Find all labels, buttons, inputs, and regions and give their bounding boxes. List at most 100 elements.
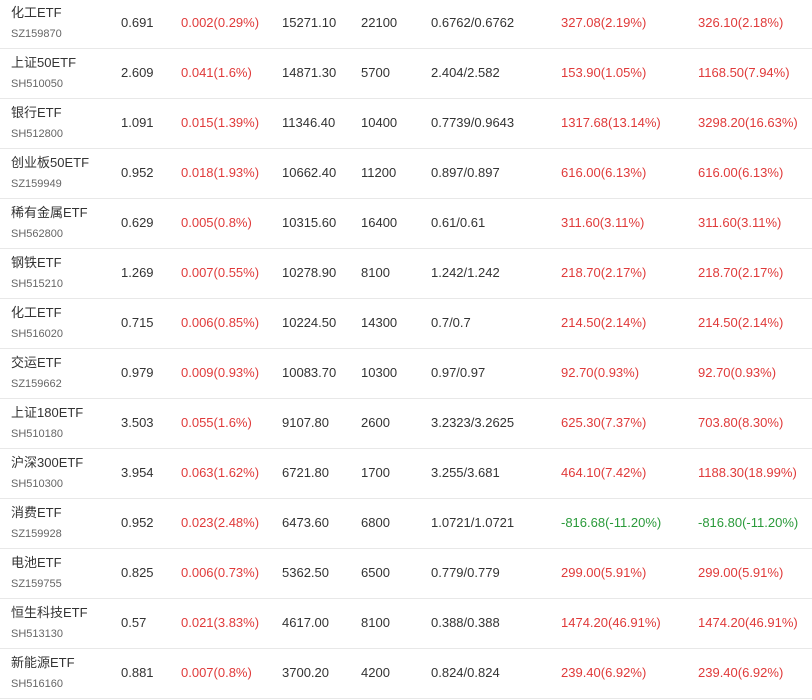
table-row[interactable]: 化工ETF SH516020 0.715 0.006(0.85%) 10224.50 14… [0,299,812,349]
market-value: 6473.60 [282,515,329,530]
price-change: 0.063(1.62%) [181,465,260,480]
profit-today: 214.50(2.14%) [561,315,647,330]
etf-name[interactable]: 电池ETF [11,555,62,571]
market-value: 10315.60 [282,215,337,230]
profit-total: 299.00(5.91%) [698,565,784,580]
etf-name[interactable]: 银行ETF [11,105,62,121]
profit-total: 703.80(8.30%) [698,415,784,430]
etf-code: SH510300 [11,478,63,490]
market-value: 3700.20 [282,665,329,680]
etf-code: SH510050 [11,78,63,90]
table-row[interactable]: 稀有金属ETF SH562800 0.629 0.005(0.8%) 10315.60 1… [0,199,812,249]
cost-range: 1.242/1.242 [431,265,500,280]
etf-name[interactable]: 恒生科技ETF [11,605,88,621]
table-row[interactable]: 恒生科技ETF SH513130 0.57 0.021(3.83%) 4617.00 81… [0,599,812,649]
price-change: 0.055(1.6%) [181,415,252,430]
profit-total: 3298.20(16.63%) [698,115,798,130]
market-value: 4617.00 [282,615,329,630]
cost-range: 2.404/2.582 [431,65,500,80]
cost-range: 0.97/0.97 [431,365,486,380]
holding-volume: 16400 [361,215,398,230]
table-row[interactable]: 电池ETF SZ159755 0.825 0.006(0.73%) 5362.50 650… [0,549,812,599]
last-price: 0.629 [121,215,154,230]
etf-name[interactable]: 钢铁ETF [11,255,62,271]
table-row[interactable]: 化工ETF SZ159870 0.691 0.002(0.29%) 15271.10 22… [0,0,812,49]
profit-today: 92.70(0.93%) [561,365,640,380]
etf-name[interactable]: 消费ETF [11,505,62,521]
table-row[interactable]: 新能源ETF SH516160 0.881 0.007(0.8%) 3700.20 420… [0,649,812,699]
profit-total: 1474.20(46.91%) [698,615,798,630]
holding-volume: 10300 [361,365,398,380]
profit-total: 239.40(6.92%) [698,665,784,680]
holding-volume: 6800 [361,515,390,530]
table-row[interactable]: 创业板50ETF SZ159949 0.952 0.018(1.93%) 10662.4… [0,149,812,199]
cost-range: 0.7739/0.9643 [431,115,515,130]
profit-total: 92.70(0.93%) [698,365,777,380]
last-price: 0.979 [121,365,154,380]
table-row[interactable]: 上证50ETF SH510050 2.609 0.041(1.6%) 14871.30 5… [0,49,812,99]
profit-today: -816.68(-11.20%) [561,515,662,530]
etf-code: SH562800 [11,228,63,240]
etf-name[interactable]: 新能源ETF [11,655,75,671]
etf-name[interactable]: 上证50ETF [11,55,76,71]
price-change: 0.023(2.48%) [181,515,260,530]
etf-code: SH512800 [11,128,63,140]
profit-today: 464.10(7.42%) [561,465,647,480]
holding-volume: 10400 [361,115,398,130]
etf-name[interactable]: 稀有金属ETF [11,205,88,221]
last-price: 2.609 [121,65,154,80]
holding-volume: 6500 [361,565,390,580]
table-row[interactable]: 钢铁ETF SH515210 1.269 0.007(0.55%) 10278.90 81… [0,249,812,299]
last-price: 1.269 [121,265,154,280]
holding-volume: 4200 [361,665,390,680]
etf-code: SH516160 [11,678,63,690]
market-value: 10278.90 [282,265,337,280]
profit-today: 625.30(7.37%) [561,415,647,430]
cost-range: 0.6762/0.6762 [431,15,515,30]
price-change: 0.015(1.39%) [181,115,260,130]
etf-code: SZ159662 [11,378,62,390]
table-row[interactable]: 银行ETF SH512800 1.091 0.015(1.39%) 11346.40 10… [0,99,812,149]
market-value: 10083.70 [282,365,337,380]
cost-range: 1.0721/1.0721 [431,515,515,530]
price-change: 0.006(0.73%) [181,565,260,580]
etf-name[interactable]: 上证180ETF [11,405,83,421]
market-value: 11346.40 [282,115,336,130]
etf-holdings-table: 化工ETF SZ159870 0.691 0.002(0.29%) 15271.10 22… [0,0,812,699]
cost-range: 0.824/0.824 [431,665,500,680]
table-row[interactable]: 交运ETF SZ159662 0.979 0.009(0.93%) 10083.70 10… [0,349,812,399]
table-row[interactable]: 沪深300ETF SH510300 3.954 0.063(1.62%) 6721.80… [0,449,812,499]
table-row[interactable]: 消费ETF SZ159928 0.952 0.023(2.48%) 6473.60 680… [0,499,812,549]
profit-total: -816.80(-11.20%) [698,515,799,530]
holding-volume: 8100 [361,615,390,630]
table-row[interactable]: 上证180ETF SH510180 3.503 0.055(1.6%) 9107.80 2… [0,399,812,449]
profit-today: 327.08(2.19%) [561,15,647,30]
holding-volume: 22100 [361,15,398,30]
etf-code: SZ159755 [11,578,62,590]
profit-total: 214.50(2.14%) [698,315,784,330]
holding-volume: 14300 [361,315,398,330]
profit-total: 1168.50(7.94%) [698,65,790,80]
last-price: 0.825 [121,565,154,580]
market-value: 10224.50 [282,315,337,330]
holding-volume: 11200 [361,165,397,180]
etf-code: SH510180 [11,428,63,440]
price-change: 0.009(0.93%) [181,365,260,380]
market-value: 9107.80 [282,415,329,430]
etf-code: SZ159949 [11,178,62,190]
etf-name[interactable]: 交运ETF [11,355,62,371]
last-price: 0.952 [121,165,154,180]
last-price: 0.691 [121,15,154,30]
last-price: 1.091 [121,115,154,130]
last-price: 0.952 [121,515,154,530]
etf-name[interactable]: 化工ETF [11,5,62,21]
profit-today: 218.70(2.17%) [561,265,647,280]
etf-name[interactable]: 沪深300ETF [11,455,83,471]
etf-code: SH513130 [11,628,63,640]
last-price: 3.503 [121,415,154,430]
profit-today: 299.00(5.91%) [561,565,647,580]
etf-name[interactable]: 创业板50ETF [11,155,89,171]
last-price: 0.57 [121,615,147,630]
etf-name[interactable]: 化工ETF [11,305,62,321]
etf-code: SZ159870 [11,28,62,40]
